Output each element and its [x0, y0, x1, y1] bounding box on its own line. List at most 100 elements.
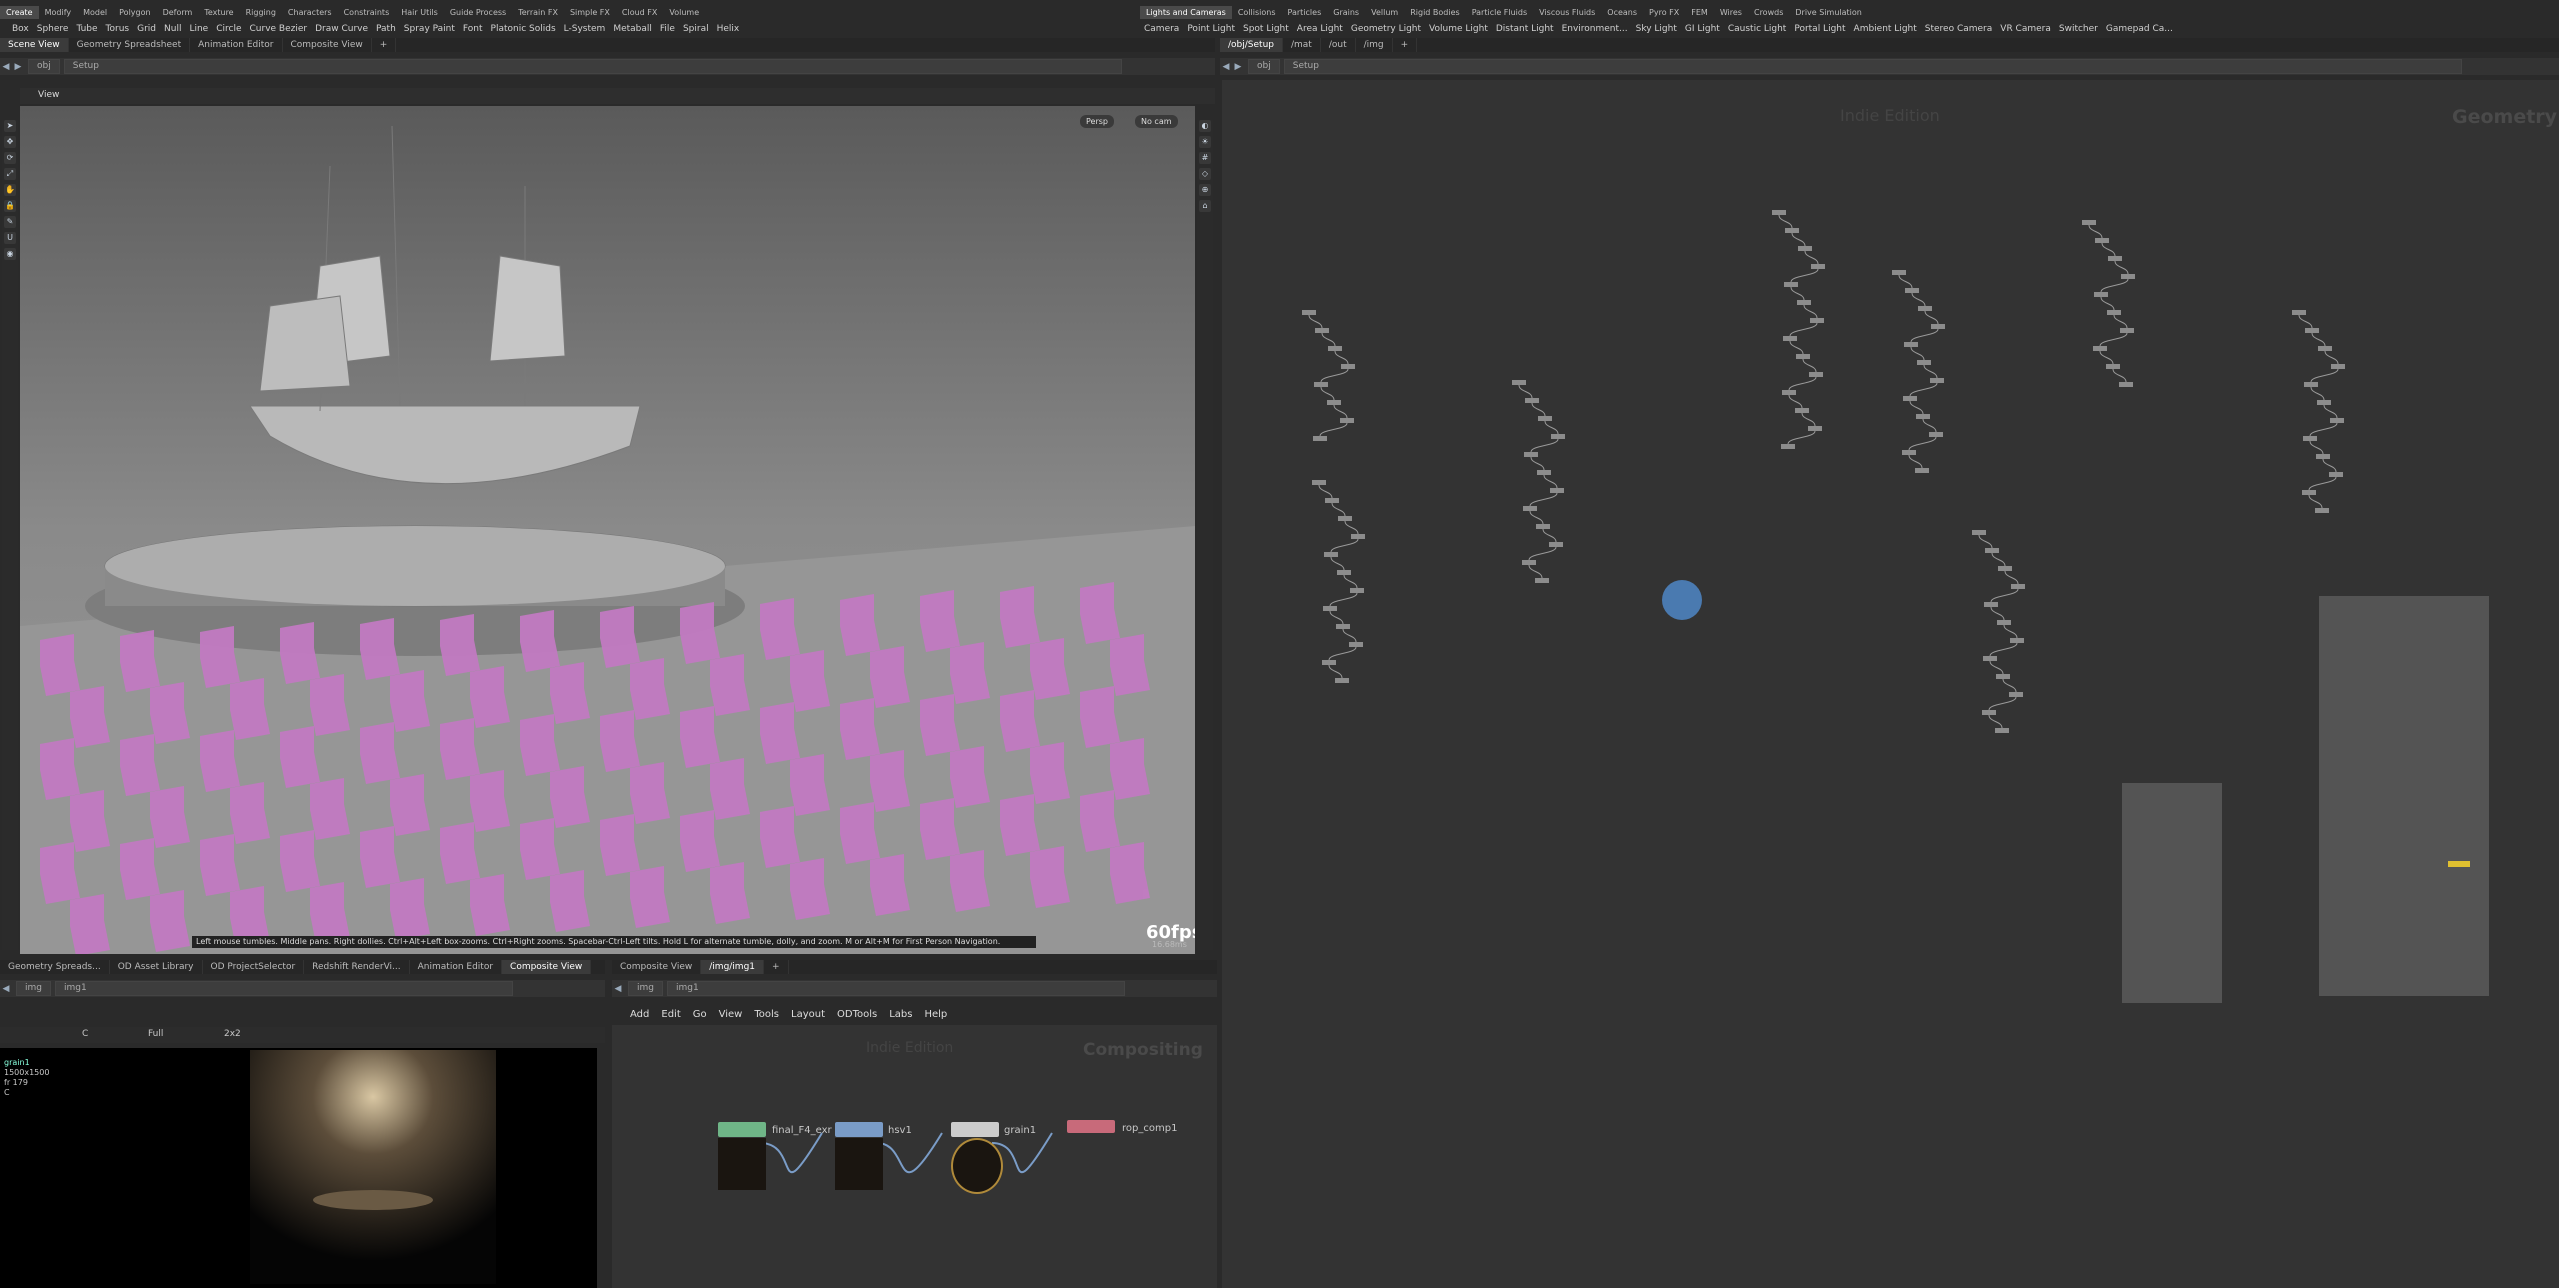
home-icon[interactable]: ⌂	[1199, 200, 1211, 212]
shelf-tool-left-2[interactable]: Tube	[72, 22, 101, 36]
graph-node[interactable]	[1782, 390, 1796, 395]
shelf-tab-right-7[interactable]: Viscous Fluids	[1533, 6, 1601, 19]
tab-composite-view[interactable]: Composite View	[283, 38, 372, 52]
shelf-tab-right-0[interactable]: Lights and Cameras	[1140, 6, 1232, 19]
shelf-tool-right-10[interactable]: Caustic Light	[1724, 22, 1791, 36]
tab-mat[interactable]: /mat	[1283, 38, 1321, 52]
graph-node[interactable]	[1902, 450, 1916, 455]
shelf-tab-right-4[interactable]: Vellum	[1365, 6, 1404, 19]
img-menu-item-1[interactable]: Edit	[661, 1009, 680, 1020]
grid-icon[interactable]: #	[1199, 152, 1211, 164]
comp-path-img1[interactable]: img1	[54, 981, 513, 996]
graph-node[interactable]	[2302, 490, 2316, 495]
graph-node[interactable]	[1328, 346, 1342, 351]
shelf-tab-left-4[interactable]: Deform	[157, 6, 199, 19]
tab-img-composite-view[interactable]: Composite View	[612, 960, 702, 974]
shelf-tool-left-11[interactable]: Spray Paint	[400, 22, 459, 36]
img-menu-item-6[interactable]: ODTools	[837, 1009, 877, 1020]
tab-od-asset-library[interactable]: OD Asset Library	[110, 960, 203, 974]
shelf-tool-right-5[interactable]: Volume Light	[1425, 22, 1492, 36]
shelf-tab-left-0[interactable]: Create	[0, 6, 39, 19]
img-menu-item-2[interactable]: Go	[693, 1009, 707, 1020]
shelf-tool-right-15[interactable]: Switcher	[2055, 22, 2102, 36]
tab-geometry-spreadsheet[interactable]: Geometry Spreadsheet	[69, 38, 191, 52]
rotate-icon[interactable]: ⟳	[4, 152, 16, 164]
tab-obj-setup[interactable]: /obj/Setup	[1220, 38, 1283, 52]
network-forward-icon[interactable]: ▶	[1232, 61, 1244, 73]
graph-node[interactable]	[1929, 432, 1943, 437]
graph-node[interactable]	[1811, 264, 1825, 269]
img-path-img1[interactable]: img1	[666, 981, 1125, 996]
persp-button[interactable]: Persp	[1080, 115, 1114, 128]
network-path-obj[interactable]: obj	[1248, 59, 1280, 74]
shelf-tab-left-2[interactable]: Model	[77, 6, 113, 19]
shelf-tab-right-10[interactable]: FEM	[1685, 6, 1714, 19]
shelf-tool-left-14[interactable]: L-System	[560, 22, 610, 36]
shelf-tool-left-6[interactable]: Line	[185, 22, 212, 36]
shelf-tool-left-3[interactable]: Torus	[102, 22, 134, 36]
graph-node[interactable]	[1916, 414, 1930, 419]
graph-node[interactable]	[2304, 382, 2318, 387]
graph-node[interactable]	[1798, 246, 1812, 251]
shelf-tool-left-9[interactable]: Draw Curve	[311, 22, 372, 36]
graph-node[interactable]	[2120, 328, 2134, 333]
back-icon[interactable]: ◀	[0, 61, 12, 73]
shelf-tab-right-12[interactable]: Crowds	[1748, 6, 1789, 19]
graph-node[interactable]	[1915, 468, 1929, 473]
path-obj[interactable]: obj	[28, 59, 60, 74]
brush-icon[interactable]: ✎	[4, 216, 16, 228]
graph-node[interactable]	[1972, 530, 1986, 535]
graph-node[interactable]	[2107, 310, 2121, 315]
shelf-tab-right-6[interactable]: Particle Fluids	[1466, 6, 1533, 19]
shelf-tab-left-8[interactable]: Constraints	[338, 6, 396, 19]
shelf-tab-left-6[interactable]: Rigging	[240, 6, 282, 19]
graph-node[interactable]	[2318, 346, 2332, 351]
img-back-icon[interactable]: ◀	[612, 983, 624, 995]
graph-node[interactable]	[1338, 516, 1352, 521]
img-menu-item-8[interactable]: Help	[924, 1009, 947, 1020]
shelf-tool-right-3[interactable]: Area Light	[1293, 22, 1347, 36]
shelf-tool-left-17[interactable]: Spiral	[679, 22, 713, 36]
graph-node[interactable]	[1340, 418, 1354, 423]
graph-node[interactable]	[2331, 364, 2345, 369]
graph-node[interactable]	[2011, 584, 2025, 589]
camera-button[interactable]: No cam	[1135, 115, 1178, 128]
shelf-tab-left-5[interactable]: Texture	[198, 6, 239, 19]
graph-node[interactable]	[2082, 220, 2096, 225]
shelf-tab-right-8[interactable]: Oceans	[1601, 6, 1643, 19]
graph-node[interactable]	[2094, 292, 2108, 297]
graph-node[interactable]	[1314, 382, 1328, 387]
graph-node[interactable]	[2316, 454, 2330, 459]
graph-node[interactable]	[1892, 270, 1906, 275]
plane-select[interactable]: C	[82, 1029, 88, 1039]
graph-node[interactable]	[1931, 324, 1945, 329]
shelf-tab-right-5[interactable]: Rigid Bodies	[1404, 6, 1465, 19]
shelf-tool-right-2[interactable]: Spot Light	[1239, 22, 1293, 36]
subnet-box-1[interactable]	[2122, 783, 2222, 1003]
handle-icon[interactable]: ✋	[4, 184, 16, 196]
graph-node[interactable]	[1903, 396, 1917, 401]
display-icon[interactable]: ◐	[1199, 120, 1211, 132]
graph-node[interactable]	[2119, 382, 2133, 387]
shelf-tool-right-14[interactable]: VR Camera	[1996, 22, 2055, 36]
shelf-tab-right-9[interactable]: Pyro FX	[1643, 6, 1685, 19]
shelf-tab-left-1[interactable]: Modify	[39, 6, 78, 19]
graph-node[interactable]	[1797, 300, 1811, 305]
graph-node[interactable]	[1323, 606, 1337, 611]
shelf-tool-right-7[interactable]: Environment...	[1558, 22, 1632, 36]
graph-node[interactable]	[1918, 306, 1932, 311]
graph-node[interactable]	[1523, 506, 1537, 511]
graph-node[interactable]	[1524, 452, 1538, 457]
graph-node[interactable]	[1808, 426, 1822, 431]
graph-node[interactable]	[1322, 660, 1336, 665]
tab-comp-composite-view[interactable]: Composite View	[502, 960, 592, 974]
path-setup[interactable]: Setup	[63, 59, 1122, 74]
shelf-tab-left-11[interactable]: Terrain FX	[512, 6, 564, 19]
camera-icon[interactable]: ◉	[4, 248, 16, 260]
graph-node[interactable]	[1537, 470, 1551, 475]
graph-node[interactable]	[1796, 354, 1810, 359]
graph-node[interactable]	[1325, 498, 1339, 503]
shelf-tool-right-8[interactable]: Sky Light	[1632, 22, 1681, 36]
graph-node[interactable]	[2121, 274, 2135, 279]
graph-node[interactable]	[1905, 288, 1919, 293]
